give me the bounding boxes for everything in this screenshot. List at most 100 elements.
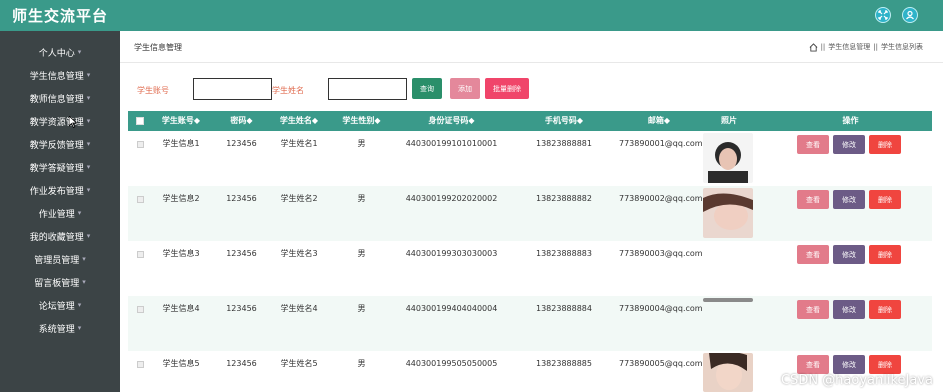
app-title: 师生交流平台 <box>12 7 109 25</box>
view-button[interactable]: 查看 <box>797 190 829 209</box>
sort-icon: ◆ <box>246 116 253 125</box>
edit-button[interactable]: 修改 <box>833 300 865 319</box>
cell-phone: 13823888883 <box>536 249 592 258</box>
col-student-name[interactable]: 学生姓名◆ <box>269 111 329 131</box>
delete-button[interactable]: 删除 <box>869 135 901 154</box>
student-account-input[interactable] <box>193 78 272 100</box>
cell-account: 学生信息3 <box>162 249 200 258</box>
delete-button[interactable]: 删除 <box>869 300 901 319</box>
col-photo: 照片 <box>721 116 737 125</box>
batch-delete-button[interactable]: 批量删除 <box>485 78 529 99</box>
sidebar-item-admin[interactable]: 管理员管理 ▾ <box>0 248 120 270</box>
sidebar-item-teacher-info[interactable]: 教师信息管理 ▾ <box>0 87 120 109</box>
view-button[interactable]: 查看 <box>797 355 829 374</box>
row-checkbox[interactable] <box>137 251 144 258</box>
chevron-down-icon: ▾ <box>77 324 82 332</box>
cell-name: 学生姓名4 <box>280 304 318 313</box>
row-checkbox[interactable] <box>137 196 144 203</box>
row-checkbox[interactable] <box>137 306 144 313</box>
sidebar-item-homework[interactable]: 作业管理 ▾ <box>0 202 120 224</box>
view-button[interactable]: 查看 <box>797 300 829 319</box>
chevron-down-icon: ▾ <box>77 209 82 217</box>
sidebar-item-message-board[interactable]: 留言板管理 ▾ <box>0 271 120 293</box>
delete-button[interactable]: 删除 <box>869 190 901 209</box>
chevron-down-icon: ▾ <box>86 186 91 194</box>
cell-gender: 男 <box>357 139 366 148</box>
home-icon[interactable] <box>809 42 818 52</box>
sort-icon: ◆ <box>193 116 201 125</box>
delete-button[interactable]: 删除 <box>869 355 901 374</box>
cell-password: 123456 <box>226 359 257 368</box>
col-actions: 操作 <box>842 116 859 125</box>
cell-email: 773890004@qq.com <box>619 304 703 313</box>
cell-gender: 男 <box>357 249 366 258</box>
col-email[interactable]: 邮箱◆ <box>619 111 699 131</box>
cell-id-card: 440300199404040004 <box>405 304 498 313</box>
col-phone[interactable]: 手机号码◆ <box>509 111 619 131</box>
col-student-gender[interactable]: 学生性别◆ <box>329 111 394 131</box>
content-card: 学生信息管理 || 学生信息管理 || 学生信息列表 学生账号 学生姓名 查询 … <box>120 31 943 392</box>
chevron-down-icon: ▾ <box>77 301 82 309</box>
row-checkbox[interactable] <box>137 361 144 368</box>
table-row: 学生信息3 123456 学生姓名3 男 440300199303030003 … <box>128 241 932 296</box>
mouse-cursor-icon <box>68 113 78 132</box>
cell-account: 学生信息5 <box>162 359 200 368</box>
sort-icon: ◆ <box>576 116 584 125</box>
cell-gender: 男 <box>357 304 366 313</box>
sidebar-item-teaching-qa[interactable]: 教学答疑管理 ▾ <box>0 156 120 178</box>
select-all-checkbox[interactable] <box>136 117 144 125</box>
sidebar-item-system[interactable]: 系统管理 ▾ <box>0 317 120 339</box>
chevron-down-icon: ▾ <box>86 163 91 171</box>
sort-icon: ◆ <box>374 116 381 125</box>
cell-account: 学生信息1 <box>162 139 200 148</box>
query-button[interactable]: 查询 <box>412 78 442 99</box>
edit-button[interactable]: 修改 <box>833 135 865 154</box>
chevron-down-icon: ▾ <box>77 48 82 56</box>
sidebar-item-teaching-resources[interactable]: 教学资源管理 ▾ <box>0 110 120 132</box>
edit-button[interactable]: 修改 <box>833 190 865 209</box>
cell-name: 学生姓名1 <box>280 139 318 148</box>
sidebar-item-personal-center[interactable]: 个人中心 ▾ <box>0 41 120 63</box>
sidebar-item-student-info[interactable]: 学生信息管理 ▾ <box>0 64 120 86</box>
student-name-input[interactable] <box>328 78 407 100</box>
col-student-account[interactable]: 学生账号◆ <box>148 111 214 131</box>
cell-name: 学生姓名5 <box>280 359 318 368</box>
sidebar-item-favorites[interactable]: 我的收藏管理 ▾ <box>0 225 120 247</box>
user-icon[interactable] <box>902 7 918 23</box>
fullscreen-icon[interactable] <box>875 7 891 23</box>
sidebar-item-homework-publish[interactable]: 作业发布管理 ▾ <box>0 179 120 201</box>
student-account-label: 学生账号 <box>137 86 169 95</box>
chevron-down-icon: ▾ <box>86 71 91 79</box>
chevron-down-icon: ▾ <box>86 94 91 102</box>
edit-button[interactable]: 修改 <box>833 245 865 264</box>
view-button[interactable]: 查看 <box>797 135 829 154</box>
cell-email: 773890001@qq.com <box>619 139 703 148</box>
cell-id-card: 440300199303030003 <box>405 249 498 258</box>
breadcrumb-separator: || <box>820 43 826 51</box>
row-checkbox[interactable] <box>137 141 144 148</box>
chevron-down-icon: ▾ <box>86 232 91 240</box>
add-button[interactable]: 添加 <box>450 78 480 99</box>
view-button[interactable]: 查看 <box>797 245 829 264</box>
sort-icon: ◆ <box>468 116 475 125</box>
main-area: 学生信息管理 || 学生信息管理 || 学生信息列表 学生账号 学生姓名 查询 … <box>120 31 943 392</box>
cell-password: 123456 <box>226 194 257 203</box>
cell-gender: 男 <box>357 359 366 368</box>
cell-id-card: 440300199505050005 <box>405 359 498 368</box>
header-divider <box>120 62 943 63</box>
sidebar-item-teaching-feedback[interactable]: 教学反馈管理 ▾ <box>0 133 120 155</box>
chevron-down-icon: ▾ <box>82 278 86 286</box>
top-bar: 师生交流平台 <box>0 0 943 31</box>
chevron-down-icon: ▾ <box>86 117 91 125</box>
col-password[interactable]: 密码◆ <box>214 111 269 131</box>
sidebar-item-forum[interactable]: 论坛管理 ▾ <box>0 294 120 316</box>
cell-phone: 13823888881 <box>536 139 592 148</box>
student-photo <box>703 298 753 302</box>
edit-button[interactable]: 修改 <box>833 355 865 374</box>
col-id-card[interactable]: 身份证号码◆ <box>394 111 509 131</box>
cell-phone: 13823888882 <box>536 194 592 203</box>
cell-id-card: 440300199202020002 <box>405 194 498 203</box>
breadcrumb-item-student-info[interactable]: 学生信息管理 <box>828 42 870 52</box>
delete-button[interactable]: 删除 <box>869 245 901 264</box>
cell-account: 学生信息4 <box>162 304 200 313</box>
